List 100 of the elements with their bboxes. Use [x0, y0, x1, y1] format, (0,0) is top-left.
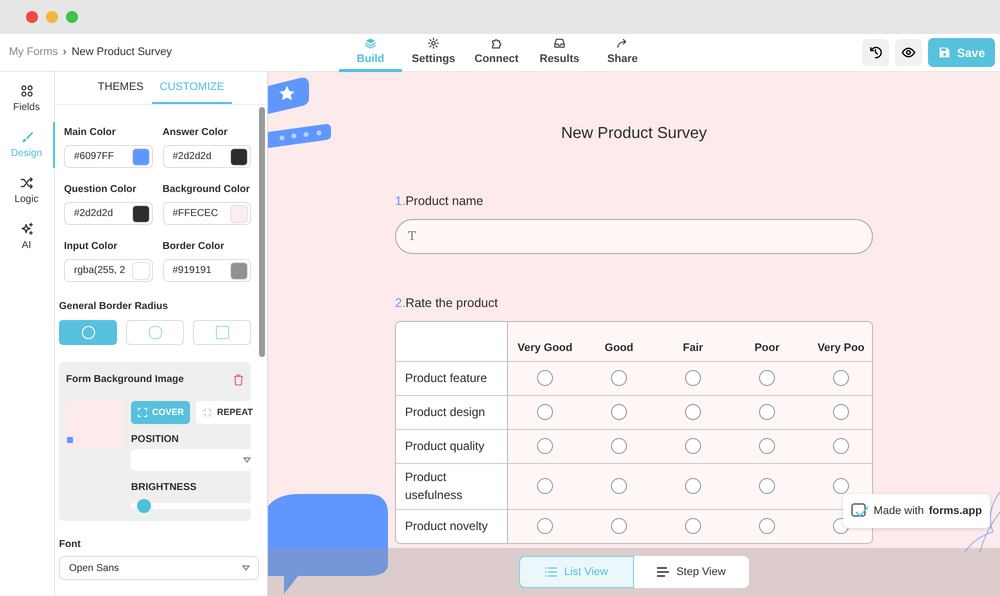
- radio-button[interactable]: [611, 518, 627, 534]
- color-input[interactable]: #FFECEC: [162, 202, 251, 225]
- text-input-field[interactable]: T: [395, 218, 873, 254]
- radio-button[interactable]: [611, 438, 627, 454]
- radio-button[interactable]: [685, 370, 701, 386]
- shuffle-icon: [20, 176, 34, 190]
- view-toggle-button[interactable]: Step View: [634, 556, 749, 588]
- field-label: POSITION: [131, 433, 180, 447]
- caret-icon: [242, 565, 250, 571]
- column-header: Poor: [753, 341, 781, 356]
- radius-option[interactable]: [126, 320, 184, 345]
- color-input[interactable]: #6097FF: [64, 145, 152, 168]
- radio-button[interactable]: [759, 518, 775, 534]
- history-icon: [868, 45, 883, 60]
- checkmark-box-icon: [850, 503, 869, 519]
- text-type-icon: T: [408, 227, 416, 246]
- radius-option[interactable]: [193, 320, 251, 345]
- field-label: Border Color: [162, 240, 226, 254]
- nav-tab[interactable]: Share: [591, 34, 654, 72]
- column-header: Fair: [682, 341, 704, 356]
- radio-button[interactable]: [611, 370, 627, 386]
- nav-tab[interactable]: Results: [528, 34, 591, 72]
- gear-icon: [426, 36, 441, 49]
- radio-button[interactable]: [537, 370, 553, 386]
- image-thumbnail: [66, 401, 125, 448]
- field-label: Question Color: [64, 183, 138, 197]
- row-label: Product feature: [396, 362, 508, 394]
- color-swatch[interactable]: [230, 204, 248, 222]
- sidebar-item[interactable]: Fields: [0, 76, 55, 122]
- field-label: Input Color: [64, 240, 118, 254]
- sidebar-item[interactable]: Logic: [0, 168, 55, 214]
- radio-button[interactable]: [611, 404, 627, 420]
- list-icon: [545, 567, 558, 577]
- inbox-icon: [552, 36, 567, 49]
- color-swatch[interactable]: [132, 204, 150, 222]
- lines-icon: [657, 567, 670, 577]
- color-input[interactable]: rgba(255, 2: [64, 259, 152, 282]
- radio-button[interactable]: [685, 518, 701, 534]
- radio-button[interactable]: [759, 404, 775, 420]
- radio-button[interactable]: [759, 370, 775, 386]
- slider-thumb[interactable]: [137, 499, 152, 513]
- color-swatch[interactable]: [230, 148, 248, 166]
- radio-button[interactable]: [537, 404, 553, 420]
- breadcrumb-link[interactable]: My Forms: [9, 44, 58, 61]
- radio-button[interactable]: [611, 478, 627, 494]
- expand-icon: [137, 407, 148, 418]
- radio-button[interactable]: [833, 478, 849, 494]
- circle-icon: [80, 325, 96, 340]
- square-icon: [214, 325, 230, 340]
- color-input[interactable]: #2d2d2d: [162, 145, 251, 168]
- made-with-badge[interactable]: Made with forms.app: [842, 494, 990, 528]
- column-header: Very Poo: [816, 341, 866, 356]
- delete-button[interactable]: [233, 374, 244, 386]
- radio-button[interactable]: [759, 438, 775, 454]
- field-label: BRIGHTNESS: [131, 481, 198, 495]
- preview-button[interactable]: [895, 39, 922, 66]
- minimize-window-button[interactable]: [46, 11, 58, 23]
- radio-button[interactable]: [685, 438, 701, 454]
- radio-button[interactable]: [833, 438, 849, 454]
- color-swatch[interactable]: [230, 262, 248, 280]
- font-dropdown[interactable]: Open Sans: [59, 556, 259, 580]
- radio-button[interactable]: [685, 478, 701, 494]
- field-label: Answer Color: [162, 126, 229, 140]
- color-input[interactable]: #919191: [162, 259, 251, 282]
- radio-button[interactable]: [537, 518, 553, 534]
- layers-icon: [363, 36, 378, 49]
- radio-button[interactable]: [833, 404, 849, 420]
- history-button[interactable]: [862, 39, 889, 66]
- radio-button[interactable]: [537, 478, 553, 494]
- question-label: 1.Product name: [395, 193, 484, 210]
- row-label: Product usefulness: [396, 464, 508, 508]
- radio-button[interactable]: [537, 438, 553, 454]
- puzzle-piece-icon: [489, 36, 504, 49]
- column-header: Good: [604, 341, 634, 356]
- breadcrumb-separator: ›: [62, 45, 67, 60]
- row-label: Product novelty: [396, 510, 508, 542]
- radio-button[interactable]: [833, 370, 849, 386]
- form-title: New Product Survey: [560, 124, 708, 144]
- breadcrumb-current: New Product Survey: [72, 45, 172, 60]
- close-window-button[interactable]: [26, 11, 38, 23]
- question-label: 2.Rate the product: [395, 294, 499, 312]
- radius-option[interactable]: [59, 320, 117, 345]
- column-header: Very Good: [516, 341, 574, 356]
- color-input[interactable]: #2d2d2d: [64, 202, 152, 225]
- panel-tab[interactable]: THEMES: [90, 72, 152, 104]
- scrollbar-thumb[interactable]: [259, 107, 265, 357]
- radio-button[interactable]: [685, 404, 701, 420]
- sidebar-item[interactable]: AI: [0, 214, 55, 260]
- nav-tab[interactable]: Settings: [402, 34, 465, 72]
- trash-icon: [233, 374, 244, 386]
- color-swatch[interactable]: [132, 148, 150, 166]
- maximize-window-button[interactable]: [66, 11, 78, 23]
- compress-icon: [202, 407, 214, 418]
- section-label: General Border Radius: [59, 300, 169, 314]
- nav-tab[interactable]: Connect: [465, 34, 528, 72]
- radio-button[interactable]: [759, 478, 775, 494]
- field-label: Font: [59, 538, 82, 552]
- color-swatch[interactable]: [132, 262, 150, 280]
- row-label: Product quality: [396, 430, 508, 462]
- field-label: Main Color: [64, 126, 117, 140]
